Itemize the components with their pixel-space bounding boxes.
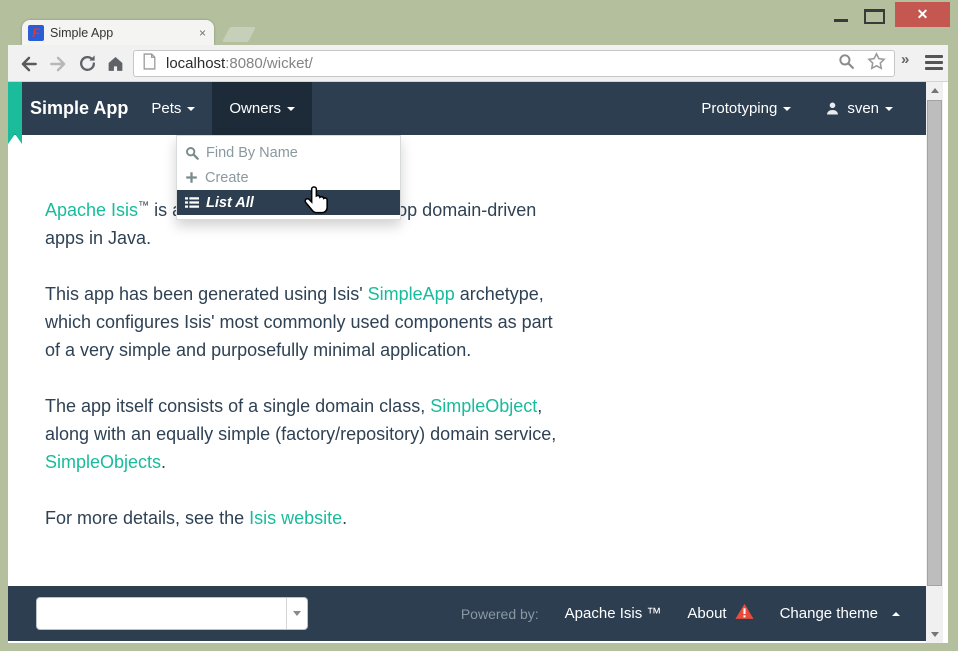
caret-up-icon [892, 612, 900, 616]
caret-down-icon [287, 107, 295, 111]
hand-cursor-icon [304, 185, 331, 218]
powered-by-label: Powered by: [461, 606, 539, 622]
footer-link-change-theme[interactable]: Change theme [780, 605, 900, 622]
paragraph-generated: This app has been generated using Isis' … [45, 280, 567, 364]
minimize-button[interactable] [828, 6, 854, 24]
nav-item-owners[interactable]: Owners [212, 82, 312, 135]
app-footer: Powered by: Apache Isis ™ About Change t… [8, 586, 926, 641]
trademark-sup: ™ [138, 200, 149, 212]
owners-dropdown-menu: Find By Name Create List All [176, 135, 401, 220]
extensions-overflow-icon[interactable]: » [901, 51, 909, 68]
nav-item-label: Pets [151, 100, 181, 117]
tab-close-icon[interactable]: × [199, 27, 206, 39]
caret-down-icon [783, 107, 791, 111]
link-isis-website[interactable]: Isis website [249, 508, 342, 528]
app-navbar: Simple App Pets Owners Prototyping sven [8, 82, 926, 135]
link-simpleobjects[interactable]: SimpleObjects [45, 452, 161, 472]
nav-item-user[interactable]: sven [808, 82, 910, 135]
browser-tab[interactable]: F Simple App × [22, 20, 214, 45]
plus-icon [185, 171, 198, 184]
nav-item-label: Prototyping [701, 100, 777, 117]
chrome-menu-icon[interactable] [925, 55, 943, 71]
caret-down-icon [187, 107, 195, 111]
menu-item-list-all[interactable]: List All [177, 190, 400, 215]
menu-item-label: List All [206, 195, 254, 211]
app-brand[interactable]: Simple App [8, 82, 128, 135]
paragraph-details: For more details, see the Isis website. [45, 504, 567, 532]
select-dropdown-button[interactable] [286, 598, 307, 629]
browser-toolbar: localhost:8080/wicket/ » [8, 45, 948, 82]
tab-title: Simple App [50, 26, 199, 40]
user-icon [825, 101, 840, 116]
bookmark-star-icon[interactable] [867, 52, 886, 76]
search-icon[interactable] [838, 53, 855, 75]
link-simpleapp[interactable]: SimpleApp [368, 284, 455, 304]
nav-item-pets[interactable]: Pets [134, 82, 212, 135]
nav-item-prototyping[interactable]: Prototyping [684, 82, 808, 135]
address-bar[interactable]: localhost:8080/wicket/ [133, 50, 895, 77]
back-icon[interactable] [17, 52, 40, 75]
menu-item-find-by-name[interactable]: Find By Name [177, 140, 400, 165]
paragraph-consists: The app itself consists of a single doma… [45, 392, 567, 476]
url-text: localhost:8080/wicket/ [166, 55, 838, 72]
link-apache-isis[interactable]: Apache Isis [45, 200, 138, 220]
menu-item-create[interactable]: Create [177, 165, 400, 190]
page-scrollbar[interactable] [926, 82, 943, 643]
page-viewport: Simple App Pets Owners Prototyping sven … [8, 82, 948, 643]
reload-icon[interactable] [76, 52, 99, 75]
search-icon [185, 146, 199, 160]
caret-down-icon [885, 107, 893, 111]
warning-icon [735, 603, 754, 624]
close-button[interactable]: ✕ [895, 2, 950, 27]
caret-down-icon [293, 611, 301, 616]
menu-item-label: Find By Name [206, 145, 298, 161]
home-icon[interactable] [104, 52, 127, 75]
scrollbar-thumb[interactable] [927, 100, 942, 586]
forward-icon[interactable] [46, 52, 69, 75]
nav-item-label: Owners [229, 100, 281, 117]
maximize-button[interactable] [862, 8, 886, 25]
main-content: Apache Isis™ is a framework to rapidly d… [45, 192, 567, 560]
page-icon [142, 53, 157, 75]
footer-link-about[interactable]: About [687, 603, 753, 624]
scroll-down-button[interactable] [926, 626, 943, 643]
favicon-icon: F [28, 25, 44, 41]
list-icon [185, 196, 199, 209]
new-tab-button[interactable] [222, 27, 256, 42]
menu-item-label: Create [205, 170, 249, 186]
username-label: sven [847, 100, 879, 117]
scroll-up-button[interactable] [926, 82, 943, 99]
footer-link-apache-isis[interactable]: Apache Isis ™ [565, 605, 662, 622]
browser-titlebar: F Simple App × ✕ [0, 0, 958, 45]
link-simpleobject[interactable]: SimpleObject [430, 396, 537, 416]
theme-select[interactable] [36, 597, 308, 630]
